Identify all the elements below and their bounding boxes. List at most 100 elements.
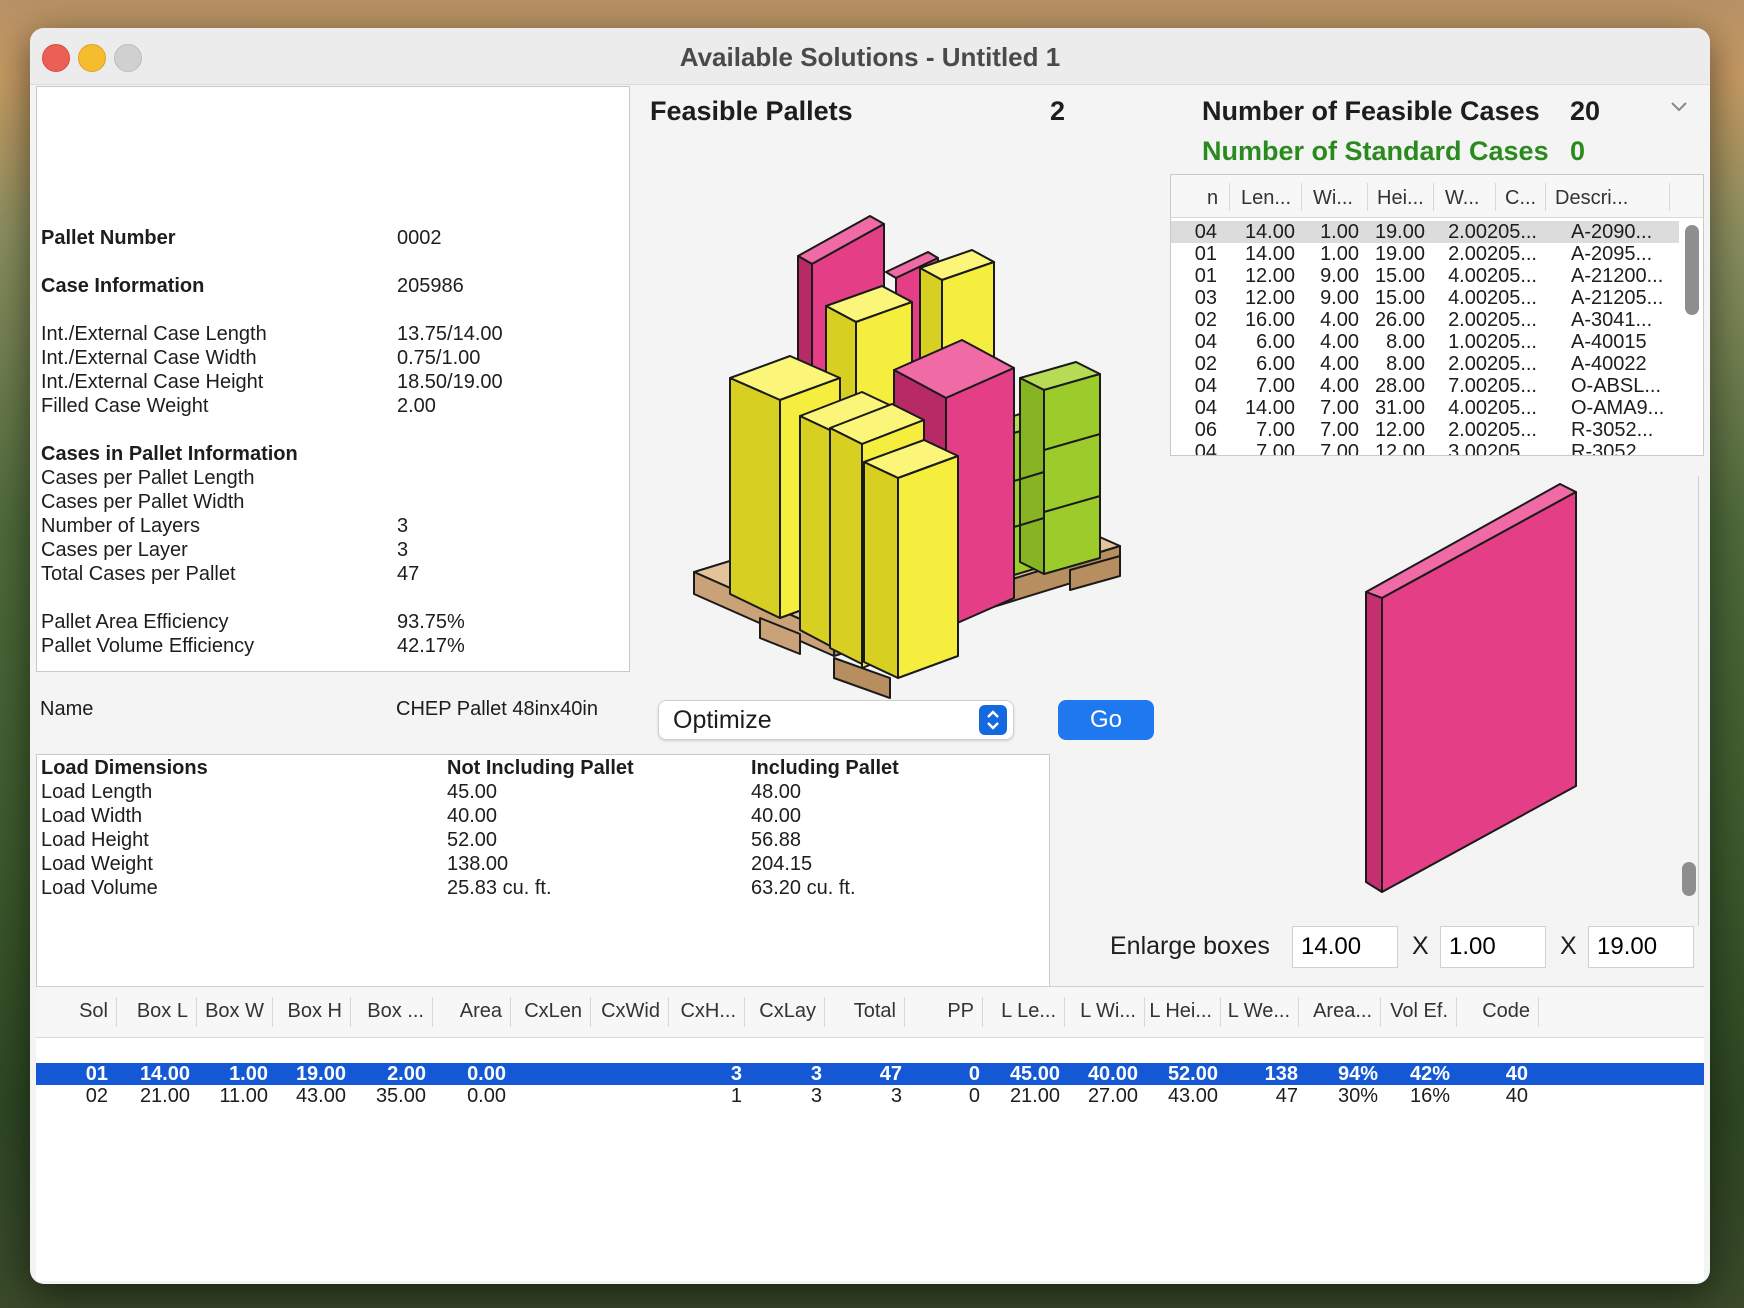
solution-column-header[interactable]: L Hei... [1149, 1000, 1212, 1023]
cases-table-scrollbar[interactable] [1685, 225, 1699, 315]
case-description-cell: A-21205... [1571, 287, 1664, 309]
case-cell: 03 [1194, 287, 1217, 309]
dimension-separator: X [1560, 932, 1577, 960]
case-description-cell: A-3041... [1571, 309, 1653, 331]
feasible-pallets-label: Feasible Pallets [650, 96, 853, 126]
solution-column-header[interactable]: Vol Ef. [1390, 1000, 1448, 1023]
solution-cell: 3 [810, 1063, 822, 1085]
solution-cell: 21.00 [139, 1085, 190, 1107]
case-cell: 205... [1486, 221, 1537, 243]
case-cell: 1.00 [1320, 221, 1359, 243]
solution-cell: 21.00 [1009, 1085, 1060, 1107]
case-cell: 205... [1486, 265, 1537, 287]
optimize-select-value: Optimize [673, 706, 772, 734]
case-cell: 3.00 [1448, 441, 1487, 456]
efficiency-value: 42.17% [397, 635, 465, 657]
case-cell: 1.00 [1448, 331, 1487, 353]
solution-column-header[interactable]: Total [854, 1000, 896, 1023]
case-cell: 205... [1486, 287, 1537, 309]
case-cell: 4.00 [1448, 265, 1487, 287]
load-row-value: 45.00 [447, 781, 498, 803]
load-row-value: 48.00 [751, 781, 802, 803]
pallet-info-value: 3 [397, 539, 409, 561]
enlarge-length-input[interactable] [1292, 926, 1398, 968]
case-cell: 9.00 [1320, 287, 1359, 309]
case-cell: 205... [1486, 375, 1537, 397]
column-header[interactable]: Hei... [1377, 187, 1424, 210]
efficiency-label: Pallet Volume Efficiency [41, 635, 255, 657]
solution-column-header[interactable]: Box H [288, 1000, 342, 1023]
solution-cell: 3 [730, 1063, 742, 1085]
column-header[interactable]: Len... [1241, 187, 1291, 210]
case-cell: 205... [1486, 309, 1537, 331]
solution-cell: 3 [890, 1085, 902, 1107]
case-cell: 7.00 [1256, 419, 1295, 441]
solution-column-header[interactable]: Area [460, 1000, 502, 1023]
solution-cell: 40 [1505, 1085, 1528, 1107]
case-description-cell: A-2095... [1571, 243, 1653, 265]
load-row-value: 56.88 [751, 829, 802, 851]
solution-column-header[interactable]: PP [947, 1000, 974, 1023]
case-cell: 205... [1486, 441, 1537, 456]
solution-cell: 16% [1409, 1085, 1450, 1107]
solution-column-header[interactable]: L Le... [1001, 1000, 1056, 1023]
solution-cell: 45.00 [1009, 1063, 1060, 1085]
case-cell: 12.00 [1374, 419, 1425, 441]
feasible-cases-count: 20 [1570, 96, 1601, 126]
select-arrows-icon [979, 705, 1007, 735]
solution-column-header[interactable]: Box L [137, 1000, 188, 1023]
go-button[interactable]: Go [1058, 700, 1154, 740]
case-cell: 7.00 [1256, 441, 1295, 456]
case-cell: 2.00 [1448, 243, 1487, 265]
enlarge-height-input[interactable] [1588, 926, 1694, 968]
enlarge-width-input[interactable] [1440, 926, 1546, 968]
solution-column-header[interactable]: CxH... [680, 1000, 736, 1023]
case-cell: 04 [1194, 331, 1217, 353]
info-value: 2.00 [397, 395, 436, 417]
solution-cell: 02 [85, 1085, 108, 1107]
load-row-label: Load Volume [41, 877, 158, 899]
pallet-3d-view [693, 215, 1121, 699]
load-row-label: Load Weight [41, 853, 153, 875]
pallet-info-label: Cases per Pallet Length [41, 467, 255, 489]
column-header[interactable]: W... [1445, 187, 1479, 210]
cases-table: n Len... Wi... Hei... W... C... Descri..… [1170, 174, 1704, 456]
case-cell: 2.00 [1448, 419, 1487, 441]
solution-column-header[interactable]: L We... [1228, 1000, 1290, 1023]
load-row-value: 63.20 cu. ft. [751, 877, 856, 899]
solution-column-header[interactable]: Box ... [367, 1000, 424, 1023]
solution-cell: 52.00 [1167, 1063, 1218, 1085]
solutions-window: Available Solutions - Untitled 1 Pallet … [30, 28, 1710, 1284]
load-header: Load Dimensions [41, 757, 208, 779]
case-cell: 16.00 [1244, 309, 1295, 331]
enlarge-boxes-label: Enlarge boxes [1110, 932, 1270, 960]
preview-scrollbar[interactable] [1682, 862, 1696, 896]
case-cell: 04 [1194, 397, 1217, 419]
case-description-cell: A-2090... [1571, 221, 1653, 243]
pallet-number-value: 0002 [397, 227, 442, 249]
solution-column-header[interactable]: Box W [205, 1000, 264, 1023]
load-row-value: 25.83 cu. ft. [447, 877, 552, 899]
solution-cell: 43.00 [1167, 1085, 1218, 1107]
case-info-value: 205986 [397, 275, 464, 297]
column-header[interactable]: Descri... [1555, 187, 1628, 210]
title-bar: Available Solutions - Untitled 1 [30, 28, 1710, 85]
solution-column-header[interactable]: L Wi... [1080, 1000, 1136, 1023]
solution-column-header[interactable]: CxWid [601, 1000, 660, 1023]
column-header[interactable]: n [1207, 187, 1218, 210]
solution-column-header[interactable]: Code [1482, 1000, 1530, 1023]
column-header[interactable]: C... [1505, 187, 1536, 210]
case-cell: 2.00 [1448, 309, 1487, 331]
optimize-select[interactable]: Optimize [658, 700, 1014, 740]
chevron-down-icon[interactable] [1670, 100, 1688, 114]
solution-column-header[interactable]: CxLen [524, 1000, 582, 1023]
solution-column-header[interactable]: CxLay [759, 1000, 816, 1023]
solution-column-header[interactable]: Area... [1313, 1000, 1372, 1023]
case-cell: 6.00 [1256, 331, 1295, 353]
standard-cases-count: 0 [1570, 136, 1586, 166]
case-cell: 19.00 [1374, 221, 1425, 243]
solution-cell: 30% [1337, 1085, 1378, 1107]
solution-column-header[interactable]: Sol [79, 1000, 108, 1023]
column-header[interactable]: Wi... [1313, 187, 1353, 210]
case-info-label: Case Information [41, 275, 205, 297]
